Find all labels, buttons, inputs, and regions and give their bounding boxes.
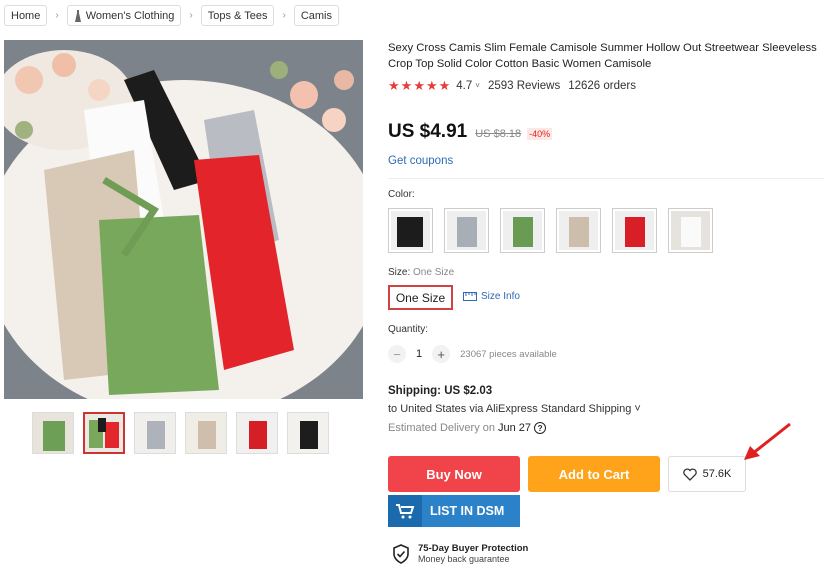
dsm-label: LIST IN DSM xyxy=(430,504,505,518)
heart-icon xyxy=(682,467,697,481)
color-label: Color: xyxy=(388,189,415,200)
color-swatch-gray[interactable] xyxy=(444,208,489,253)
quantity-plus-button[interactable]: + xyxy=(432,345,451,363)
chevron-down-icon[interactable]: ˅ xyxy=(475,81,480,90)
color-swatches xyxy=(388,208,713,253)
breadcrumb-camis[interactable]: Camis xyxy=(293,5,339,26)
dress-icon xyxy=(74,9,81,22)
quantity-stepper: − 1 + 23067 pieces available xyxy=(388,345,557,363)
thumbnail[interactable] xyxy=(185,412,227,454)
star-icon: ★ xyxy=(400,78,413,93)
buy-now-button[interactable]: Buy Now xyxy=(388,456,520,492)
protection-title: 75-Day Buyer Protection xyxy=(418,543,529,554)
pieces-available: 23067 pieces available xyxy=(460,348,557,360)
delivery-prefix: Estimated Delivery on xyxy=(388,422,495,434)
size-label: Size: One Size xyxy=(388,267,454,278)
color-swatch-white[interactable] xyxy=(668,208,713,253)
thumbnail-selected[interactable] xyxy=(83,412,125,454)
reviews-link[interactable]: 2593 Reviews xyxy=(488,80,560,92)
chevron-right-icon: › xyxy=(189,10,193,21)
thumbnail[interactable] xyxy=(236,412,278,454)
discount-badge: -40% xyxy=(527,128,553,140)
main-product-image[interactable] xyxy=(4,40,363,399)
product-title: Sexy Cross Camis Slim Female Camisole Su… xyxy=(388,42,817,70)
star-icon: ★ xyxy=(425,78,438,93)
star-icon: ★ xyxy=(388,78,400,93)
current-price: US $4.91 xyxy=(388,121,468,142)
orders-count: 12626 orders xyxy=(568,79,636,92)
annotation-arrow-icon xyxy=(744,422,791,460)
size-selected-value: One Size xyxy=(413,267,455,278)
star-icon: ★ xyxy=(413,78,425,93)
rating-row: ★ ★ ★ ★ ★ 4.7 ˅ 2593 Reviews 12626 order… xyxy=(388,79,636,92)
breadcrumb-tops-tees[interactable]: Tops & Tees xyxy=(200,5,275,26)
size-label-text: Size: xyxy=(388,267,411,278)
size-info-label: Size Info xyxy=(481,291,520,302)
breadcrumb-label: Home xyxy=(11,9,41,22)
thumbnail[interactable] xyxy=(134,412,176,454)
quantity-value[interactable]: 1 xyxy=(416,348,422,360)
color-swatch-black[interactable] xyxy=(388,208,433,253)
color-swatch-red[interactable] xyxy=(612,208,657,253)
breadcrumb-home[interactable]: Home xyxy=(4,5,48,26)
delivery-date: Jun 27 xyxy=(498,422,532,434)
rating-stars: ★ ★ ★ ★ ★ xyxy=(388,79,450,92)
size-option-one-size[interactable]: One Size xyxy=(388,285,453,310)
estimated-delivery: Estimated Delivery on Jun 27 ? xyxy=(388,422,547,434)
ruler-icon xyxy=(463,292,477,301)
breadcrumb-label: Camis xyxy=(300,9,332,22)
divider xyxy=(388,178,824,179)
quantity-label: Quantity: xyxy=(388,324,429,335)
breadcrumb-womens-clothing[interactable]: Women's Clothing xyxy=(66,5,182,26)
cart-icon xyxy=(388,495,422,527)
breadcrumb-label: Women's Clothing xyxy=(85,9,175,22)
wishlist-button[interactable]: 57.6K xyxy=(668,456,746,492)
shipping-method-select[interactable]: to United States via AliExpress Standard… xyxy=(388,403,641,415)
help-icon[interactable]: ? xyxy=(534,422,547,434)
list-in-dsm-button[interactable]: LIST IN DSM xyxy=(388,495,520,527)
chevron-right-icon: › xyxy=(55,10,59,21)
shipping-price: Shipping: US $2.03 xyxy=(388,385,493,397)
color-swatch-beige[interactable] xyxy=(556,208,601,253)
buyer-protection: 75-Day Buyer Protection Money back guara… xyxy=(392,543,528,564)
wishlist-count: 57.6K xyxy=(702,468,732,480)
breadcrumb-label: Tops & Tees xyxy=(207,9,268,22)
quantity-minus-button[interactable]: − xyxy=(388,345,406,363)
thumbnail[interactable] xyxy=(287,412,329,454)
original-price: US $8.18 xyxy=(475,128,522,140)
color-swatch-green[interactable] xyxy=(500,208,545,253)
chevron-right-icon: › xyxy=(282,10,286,21)
thumbnail-strip xyxy=(32,412,329,454)
shield-check-icon xyxy=(393,543,409,564)
get-coupons-link[interactable]: Get coupons xyxy=(388,155,453,167)
star-icon: ★ xyxy=(438,78,451,93)
protection-subtitle: Money back guarantee xyxy=(418,554,510,564)
size-info-link[interactable]: Size Info xyxy=(463,291,520,302)
add-to-cart-button[interactable]: Add to Cart xyxy=(528,456,660,492)
rating-value[interactable]: 4.7 xyxy=(456,80,472,92)
price-row: US $4.91 US $8.18 -40% xyxy=(388,121,553,143)
thumbnail[interactable] xyxy=(32,412,74,454)
breadcrumb: Home › Women's Clothing › Tops & Tees › … xyxy=(4,5,339,26)
